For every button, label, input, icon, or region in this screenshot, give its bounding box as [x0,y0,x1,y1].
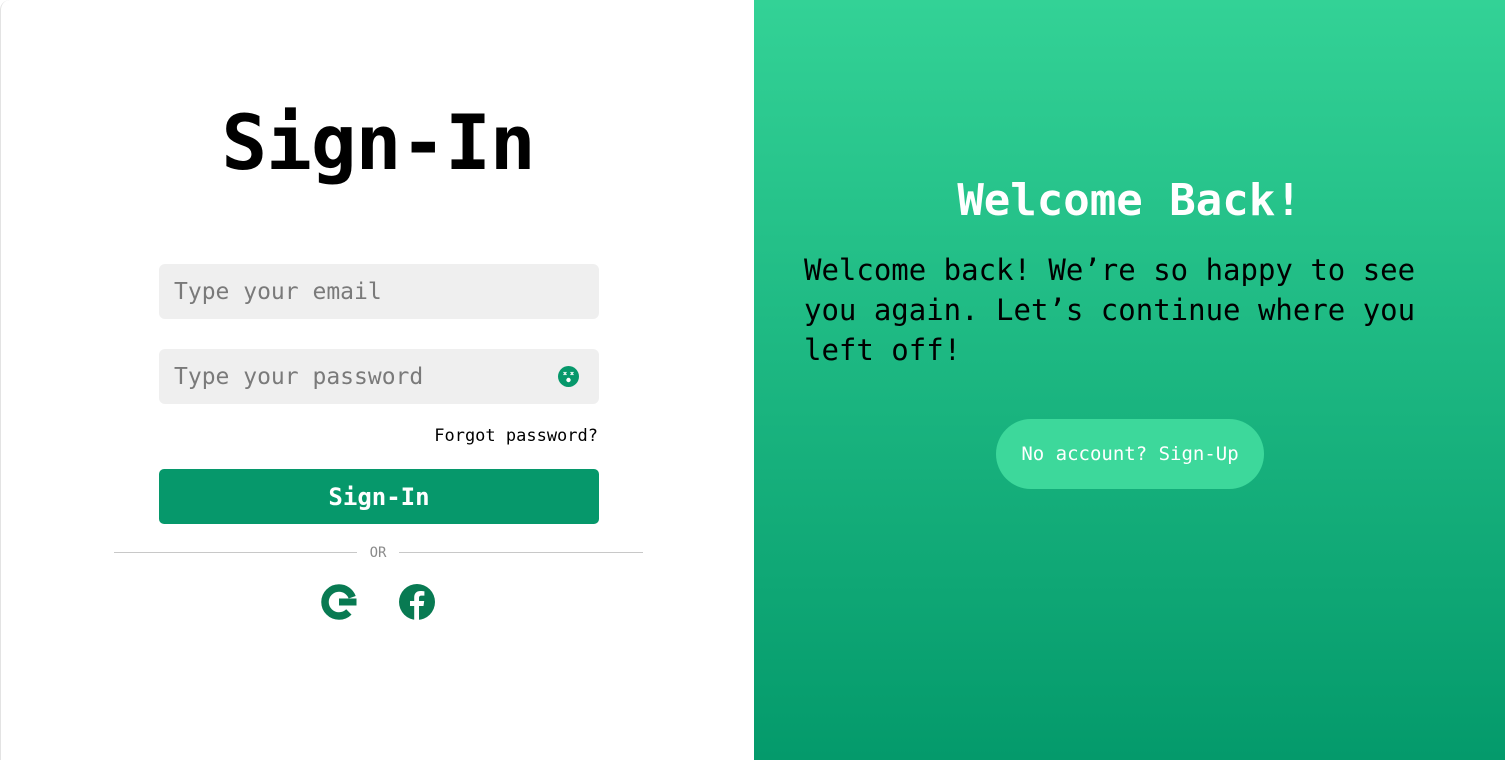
divider-line-left [114,552,357,553]
eye-icon[interactable] [558,366,579,387]
welcome-panel: Welcome Back! Welcome back! We’re so hap… [754,0,1505,760]
signin-panel: Sign-In Forgot password? Sign-In OR [0,0,754,760]
forgot-password-link[interactable]: Forgot password? [434,426,598,446]
email-field[interactable] [159,264,599,319]
google-icon[interactable] [320,583,358,621]
or-divider: OR [114,543,643,563]
signin-button[interactable]: Sign-In [159,469,599,524]
welcome-title: Welcome Back! [957,175,1302,226]
divider-text: OR [369,545,387,561]
signup-button[interactable]: No account? Sign-Up [996,419,1264,489]
facebook-icon[interactable] [398,583,436,621]
password-field[interactable] [159,349,599,404]
page-title: Sign-In [221,98,535,187]
signin-page: Sign-In Forgot password? Sign-In OR [0,0,1505,760]
password-field-wrapper [159,349,599,404]
divider-line-right [399,552,643,553]
welcome-message: Welcome back! We’re so happy to see you … [804,253,1416,367]
